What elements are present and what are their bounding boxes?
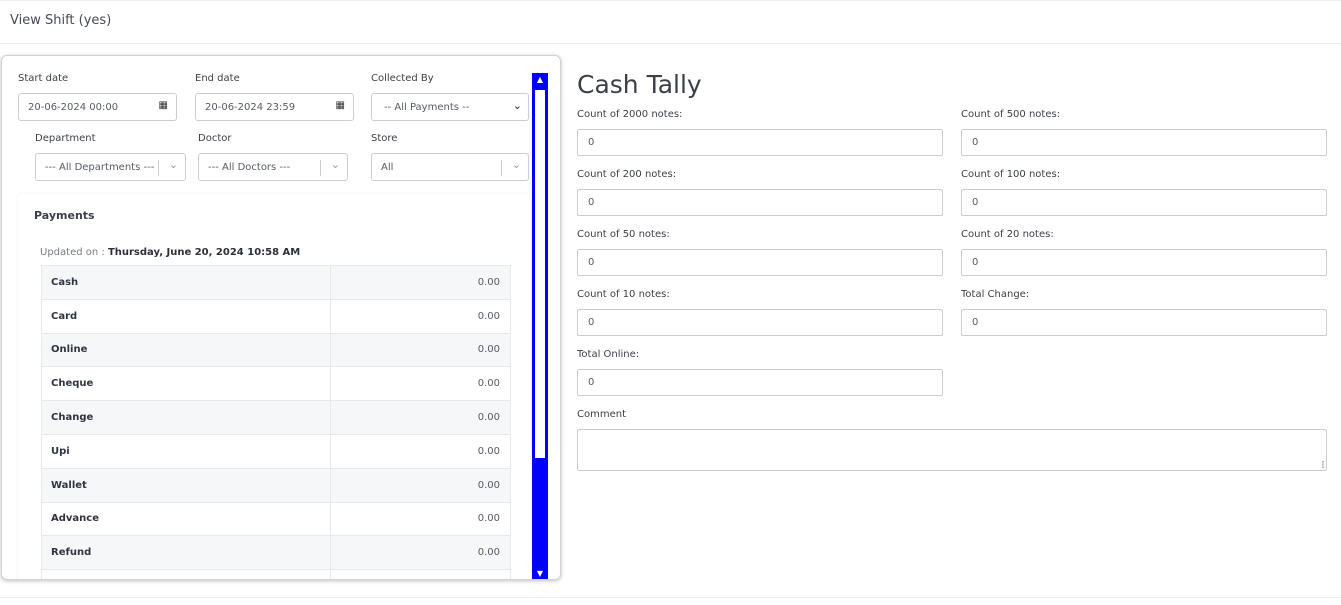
comment-textarea[interactable]: ⁅ <box>577 429 1327 471</box>
calendar-icon[interactable]: ▦ <box>159 100 168 111</box>
start-date-input[interactable]: 20-06-2024 00:00 ▦ <box>18 93 177 121</box>
payment-value: 0.00 <box>330 265 511 300</box>
chevron-down-icon: ⌄ <box>168 158 178 171</box>
payment-value: 0.00 <box>330 467 511 503</box>
count-10-input[interactable]: 0 <box>577 309 943 336</box>
total-online-input[interactable]: 0 <box>577 369 943 396</box>
select-divider <box>501 160 502 176</box>
payment-value: 0.00 <box>330 433 511 469</box>
scroll-up-icon[interactable]: ▲ <box>532 75 548 84</box>
scrollbar-track[interactable] <box>535 90 545 458</box>
chevron-down-icon: ⌄ <box>512 99 522 112</box>
payment-name: Upi <box>41 433 331 469</box>
table-row: Online 0.00 <box>41 332 511 368</box>
payment-value: 0.00 <box>330 366 511 402</box>
count-100-label: Count of 100 notes: <box>961 169 1061 180</box>
top-bar: View Shift (yes) <box>0 0 1341 44</box>
count-10-label: Count of 10 notes: <box>577 289 670 300</box>
payment-name: Change <box>41 400 331 435</box>
cash-tally-title: Cash Tally <box>577 70 702 99</box>
end-date-label: End date <box>195 73 240 84</box>
count-2000-input[interactable]: 0 <box>577 129 943 156</box>
collected-by-label: Collected By <box>371 73 434 84</box>
department-label: Department <box>35 133 96 144</box>
payment-value: 0.00 <box>330 535 511 571</box>
select-divider <box>320 160 321 176</box>
chevron-down-icon: ⌄ <box>511 158 521 171</box>
payment-value: 0.00 <box>330 332 511 368</box>
resize-handle-icon[interactable]: ⁅ <box>1322 460 1325 469</box>
payment-name: Refund <box>41 535 331 571</box>
page-title: View Shift (yes) <box>10 13 112 28</box>
payment-name: Cheque <box>41 366 331 402</box>
start-date-label: Start date <box>18 73 69 84</box>
updated-timestamp: Thursday, June 20, 2024 10:58 AM <box>107 247 301 258</box>
end-date-input[interactable]: 20-06-2024 23:59 ▦ <box>195 93 354 121</box>
payment-name <box>41 569 331 579</box>
store-label: Store <box>371 133 398 144</box>
table-row: Refund 0.00 <box>41 535 511 571</box>
shift-filters-card: Start date End date Collected By 20-06-2… <box>1 55 561 580</box>
store-select[interactable]: All ⌄ <box>371 153 529 181</box>
count-20-label: Count of 20 notes: <box>961 229 1054 240</box>
count-50-input[interactable]: 0 <box>577 249 943 276</box>
payment-value: 0.00 <box>330 298 511 334</box>
department-select[interactable]: --- All Departments --- ⌄ <box>35 153 186 181</box>
table-row: Upi 0.00 <box>41 433 511 469</box>
scroll-down-icon[interactable]: ▼ <box>532 569 548 578</box>
table-row: Cash 0.00 <box>41 265 511 300</box>
end-date-value: 20-06-2024 23:59 <box>205 101 296 113</box>
count-200-input[interactable]: 0 <box>577 189 943 216</box>
updated-on: Updated on : Thursday, June 20, 2024 10:… <box>40 247 300 258</box>
count-200-label: Count of 200 notes: <box>577 169 677 180</box>
comment-label: Comment <box>577 409 626 420</box>
count-500-label: Count of 500 notes: <box>961 109 1061 120</box>
total-change-label: Total Change: <box>961 289 1030 300</box>
table-row: Change 0.00 <box>41 400 511 435</box>
calendar-icon[interactable]: ▦ <box>336 100 345 111</box>
store-value: All <box>381 161 394 173</box>
total-change-input[interactable]: 0 <box>961 309 1327 336</box>
collected-by-select[interactable]: -- All Payments -- ⌄ <box>371 93 529 121</box>
payment-name: Online <box>41 332 331 368</box>
payment-value: 0.00 <box>330 400 511 435</box>
total-online-label: Total Online: <box>577 349 640 360</box>
payment-name: Advance <box>41 501 331 537</box>
table-row: Wallet 0.00 <box>41 467 511 503</box>
count-100-input[interactable]: 0 <box>961 189 1327 216</box>
payment-name: Wallet <box>41 467 331 503</box>
table-row: Cheque 0.00 <box>41 366 511 402</box>
divider <box>0 597 1341 598</box>
select-divider <box>158 160 159 176</box>
count-50-label: Count of 50 notes: <box>577 229 670 240</box>
chevron-down-icon: ⌄ <box>330 158 340 171</box>
vertical-scrollbar[interactable]: ▲ ▼ <box>532 73 548 579</box>
payments-table: Cash 0.00 Card 0.00 Online 0.00 Cheque 0.00 … <box>41 265 511 579</box>
table-row: Advance 0.00 <box>41 501 511 537</box>
doctor-value: --- All Doctors --- <box>208 161 291 173</box>
payment-name: Card <box>41 298 331 334</box>
payments-title: Payments <box>34 209 95 222</box>
updated-prefix: Updated on : <box>40 247 105 258</box>
collected-by-value: -- All Payments -- <box>384 101 470 113</box>
doctor-select[interactable]: --- All Doctors --- ⌄ <box>198 153 348 181</box>
table-row <box>41 569 511 579</box>
count-500-input[interactable]: 0 <box>961 129 1327 156</box>
count-20-input[interactable]: 0 <box>961 249 1327 276</box>
payment-name: Cash <box>41 265 331 300</box>
payment-value: 0.00 <box>330 501 511 537</box>
table-row: Card 0.00 <box>41 298 511 334</box>
count-2000-label: Count of 2000 notes: <box>577 109 683 120</box>
start-date-value: 20-06-2024 00:00 <box>28 101 119 113</box>
department-value: --- All Departments --- <box>45 161 155 173</box>
doctor-label: Doctor <box>198 133 232 144</box>
payment-value <box>330 569 511 579</box>
